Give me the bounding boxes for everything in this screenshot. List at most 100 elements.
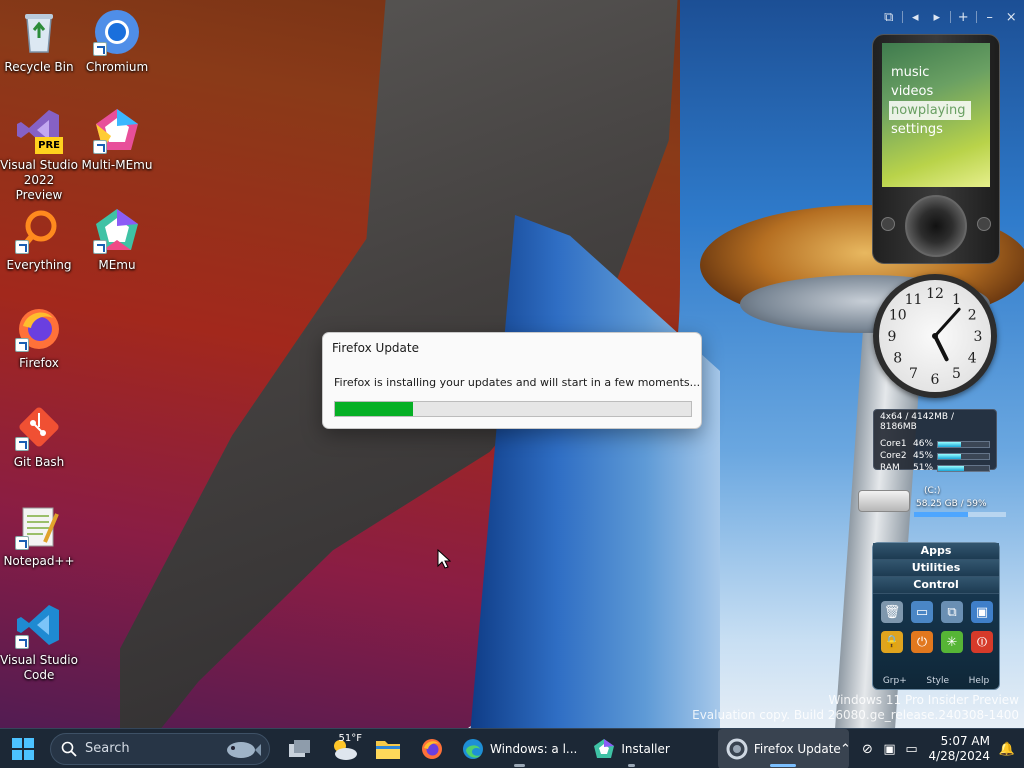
shortcut-arrow-icon bbox=[15, 635, 29, 649]
meter-label: Core2 bbox=[880, 451, 907, 461]
zune-menu-settings[interactable]: settings bbox=[889, 120, 971, 139]
display-icon[interactable]: ▣ bbox=[971, 601, 993, 623]
meter-value: 51% bbox=[913, 463, 934, 473]
restore-icon[interactable]: ⧉ bbox=[880, 10, 898, 25]
prev-icon[interactable]: ◂ bbox=[906, 10, 924, 25]
clock-minute-hand bbox=[933, 307, 961, 338]
taskbar-app-label: Firefox Update bbox=[753, 741, 841, 756]
shutdown-icon[interactable]: ⏼ bbox=[971, 631, 993, 653]
clock-numeral: 5 bbox=[952, 366, 961, 382]
launcher-tab-control[interactable]: Control bbox=[873, 577, 999, 594]
meter-fill bbox=[938, 453, 961, 459]
multi-memu-icon bbox=[93, 106, 141, 154]
clock-numeral: 6 bbox=[931, 372, 940, 388]
desktop-icon-chromium[interactable]: Chromium bbox=[78, 8, 156, 75]
windows-watermark: Windows 11 Pro Insider Preview Evaluatio… bbox=[692, 693, 1019, 723]
launcher-style-button[interactable]: Style bbox=[926, 676, 949, 686]
recycle-bin-icon[interactable]: 🗑 bbox=[881, 601, 903, 623]
recycle-bin-icon bbox=[15, 8, 63, 56]
desktop-icon-vscode[interactable]: Visual Studio Code bbox=[0, 601, 78, 683]
zune-back-button[interactable] bbox=[881, 217, 895, 231]
drive-usage-fill bbox=[914, 512, 969, 517]
mouse-cursor-icon bbox=[437, 549, 451, 569]
taskbar-app-label: Windows: a l... bbox=[490, 741, 578, 756]
zune-click-wheel[interactable] bbox=[905, 195, 967, 257]
zune-menu: music videos nowplaying settings bbox=[889, 63, 971, 139]
preview-badge: PRE bbox=[35, 137, 63, 154]
dialog-title: Firefox Update bbox=[332, 341, 419, 355]
shortcut-arrow-icon bbox=[93, 240, 107, 254]
meter-value: 45% bbox=[913, 451, 934, 461]
system-tray: ⌃ ⊘ ▣ ▭ 5:07 AM 4/28/2024 🔔 bbox=[834, 729, 1024, 768]
launcher-group-button[interactable]: Grp+ bbox=[883, 676, 907, 686]
clock-numeral: 11 bbox=[905, 292, 923, 308]
weather-widget[interactable]: 51°F bbox=[322, 729, 366, 768]
zune-menu-videos[interactable]: videos bbox=[889, 82, 971, 101]
vscode-icon bbox=[15, 601, 63, 649]
meter-label: Core1 bbox=[880, 439, 907, 449]
sleep-icon[interactable]: ✳ bbox=[941, 631, 963, 653]
meter-bar bbox=[937, 452, 990, 460]
firefox-taskbar-button[interactable] bbox=[410, 729, 454, 768]
minimize-icon[interactable]: – bbox=[981, 10, 999, 25]
network-status-icon[interactable]: ⊘ bbox=[856, 742, 878, 757]
launcher-help-button[interactable]: Help bbox=[969, 676, 990, 686]
gadget-toolbar: ⧉ ◂ ▸ + – × bbox=[880, 6, 1020, 28]
desktop-icon-notepad-plus-plus[interactable]: Notepad++ bbox=[0, 502, 78, 569]
search-icon bbox=[61, 741, 77, 757]
chromium-icon bbox=[93, 8, 141, 56]
git-bash-icon bbox=[15, 403, 63, 451]
taskbar-time: 5:07 AM bbox=[940, 734, 990, 748]
start-button[interactable] bbox=[0, 729, 46, 768]
everything-icon bbox=[15, 206, 63, 254]
zune-play-button[interactable] bbox=[977, 217, 991, 231]
window-icon[interactable]: ▭ bbox=[911, 601, 933, 623]
clock-numeral: 4 bbox=[968, 351, 977, 367]
taskbar-app-installer[interactable]: Installer bbox=[585, 729, 677, 768]
meter-bar bbox=[937, 464, 990, 472]
file-explorer-button[interactable] bbox=[366, 729, 410, 768]
desktop-icon-recycle-bin[interactable]: Recycle Bin bbox=[0, 8, 78, 75]
notification-bell-icon[interactable]: 🔔 bbox=[996, 742, 1018, 757]
dialog-message: Firefox is installing your updates and w… bbox=[334, 376, 701, 389]
search-highlight-fish-icon bbox=[227, 741, 261, 758]
desktop-icon-everything[interactable]: Everything bbox=[0, 206, 78, 273]
meter-row-ram: RAM 51% bbox=[880, 462, 990, 474]
firefox-icon bbox=[15, 304, 63, 352]
show-hidden-icons-chevron-icon[interactable]: ⌃ bbox=[834, 742, 856, 757]
next-icon[interactable]: ▸ bbox=[928, 10, 946, 25]
meter-label: RAM bbox=[880, 463, 900, 473]
taskbar-clock[interactable]: 5:07 AM 4/28/2024 bbox=[922, 734, 996, 764]
task-view-icon bbox=[289, 739, 310, 757]
notepad-plus-plus-icon bbox=[15, 502, 63, 550]
drive-space: 58.25 GB / 59% bbox=[916, 499, 987, 509]
taskbar-app-edge[interactable]: Windows: a l... bbox=[454, 729, 585, 768]
desktop-icon-memu[interactable]: MEmu bbox=[78, 206, 156, 273]
zune-menu-nowplaying[interactable]: nowplaying bbox=[889, 101, 971, 120]
power-icon[interactable]: ⏻ bbox=[911, 631, 933, 653]
switch-windows-icon[interactable]: ⧉ bbox=[941, 601, 963, 623]
close-icon[interactable]: × bbox=[1002, 10, 1020, 25]
task-view-button[interactable] bbox=[278, 729, 322, 768]
firefox-icon bbox=[422, 738, 442, 759]
display-icon[interactable]: ▣ bbox=[878, 742, 900, 757]
meter-row-core2: Core2 45% bbox=[880, 450, 990, 462]
zune-menu-music[interactable]: music bbox=[889, 63, 971, 82]
desktop-icon-multi-memu[interactable]: Multi-MEmu bbox=[78, 106, 156, 173]
update-progress-bar bbox=[334, 401, 692, 417]
clock-numeral: 12 bbox=[926, 286, 944, 302]
shortcut-arrow-icon bbox=[15, 338, 29, 352]
taskbar-app-firefox-update[interactable]: Firefox Update bbox=[717, 728, 849, 768]
launcher-tab-utilities[interactable]: Utilities bbox=[873, 560, 999, 577]
desktop-icon-firefox[interactable]: Firefox bbox=[0, 304, 78, 371]
hard-drive-icon bbox=[858, 490, 910, 512]
launcher-tab-apps[interactable]: Apps bbox=[873, 543, 999, 560]
desktop-icon-visual-studio[interactable]: PRE Visual Studio 2022 Preview bbox=[0, 106, 78, 203]
battery-icon[interactable]: ▭ bbox=[900, 742, 922, 757]
clock-numeral: 10 bbox=[889, 308, 907, 324]
desktop-icon-git-bash[interactable]: Git Bash bbox=[0, 403, 78, 470]
lock-icon[interactable]: 🔒 bbox=[881, 631, 903, 653]
taskbar-search-box[interactable]: Search bbox=[50, 732, 270, 765]
shortcut-arrow-icon bbox=[15, 240, 29, 254]
add-icon[interactable]: + bbox=[954, 10, 972, 25]
